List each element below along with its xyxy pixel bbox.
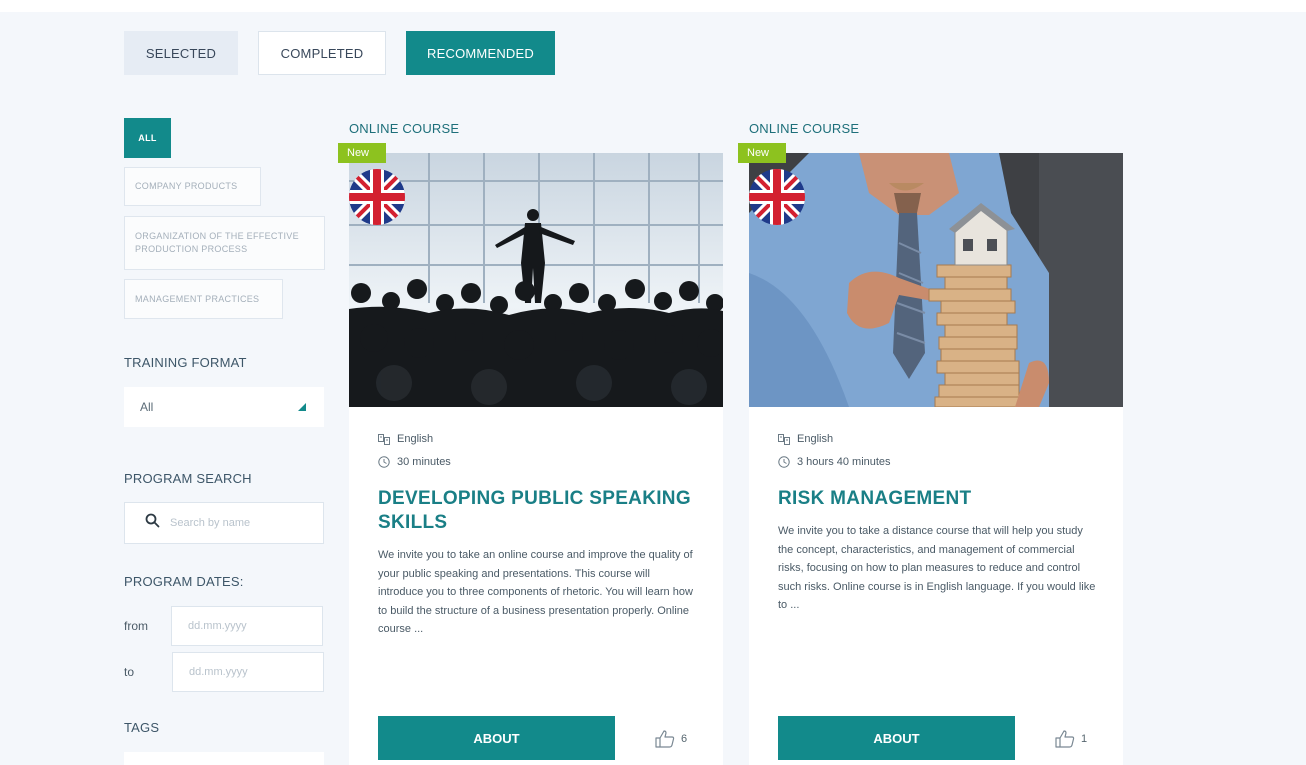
course-image-risk[interactable] <box>749 153 1123 407</box>
duration-text: 30 minutes <box>397 456 451 468</box>
clock-icon <box>378 456 390 468</box>
course-title[interactable]: DEVELOPING PUBLIC SPEAKING SKILLS <box>378 487 698 535</box>
tags-label: TAGS <box>124 720 160 735</box>
tab-selected[interactable]: SELECTED <box>124 31 238 75</box>
training-format-value: All <box>140 400 154 414</box>
language-text: English <box>797 433 834 445</box>
course-card: English 30 minutes DEVELOPING PUBLIC SPE… <box>349 153 723 765</box>
thumbs-up-icon <box>1055 730 1075 748</box>
duration-text: 3 hours 40 minutes <box>797 456 891 468</box>
language-icon <box>378 433 390 445</box>
search-icon[interactable] <box>145 513 160 533</box>
card-type-label: ONLINE COURSE <box>349 121 460 136</box>
like-button[interactable]: 1 <box>1055 730 1087 748</box>
about-button[interactable]: ABOUT <box>378 716 615 760</box>
thumbs-up-icon <box>655 730 675 748</box>
language-icon <box>778 433 790 445</box>
course-card: English 3 hours 40 minutes RISK MANAGEME… <box>749 153 1123 765</box>
training-format-label: TRAINING FORMAT <box>124 355 247 370</box>
course-image-speaker[interactable] <box>349 153 723 407</box>
course-description: We invite you to take an online course a… <box>378 549 693 635</box>
like-count: 1 <box>1081 733 1088 745</box>
new-badge: New <box>338 143 386 163</box>
card-type-label: ONLINE COURSE <box>749 121 860 136</box>
uk-flag-icon <box>749 165 805 229</box>
course-title[interactable]: RISK MANAGEMENT <box>778 487 1098 511</box>
program-search-label: PROGRAM SEARCH <box>124 471 252 486</box>
program-dates-label: PROGRAM DATES: <box>124 574 244 589</box>
tab-bar: SELECTED COMPLETED RECOMMENDED <box>124 31 555 75</box>
training-format-select[interactable]: All <box>124 387 324 427</box>
course-duration: 3 hours 40 minutes <box>778 456 891 468</box>
search-input[interactable] <box>170 517 310 529</box>
date-from-input[interactable] <box>171 606 323 646</box>
uk-flag-icon <box>349 165 405 229</box>
dropdown-arrow-icon <box>298 403 306 411</box>
clock-icon <box>778 456 790 468</box>
course-language: English <box>778 433 833 445</box>
date-to-label: to <box>124 665 135 679</box>
course-description: We invite you to take a distance course … <box>778 525 1096 611</box>
about-button[interactable]: ABOUT <box>778 716 1015 760</box>
category-production-process[interactable]: ORGANIZATION OF THE EFFECTIVE PRODUCTION… <box>124 216 325 270</box>
date-from-label: from <box>124 619 148 633</box>
course-language: English <box>378 433 433 445</box>
tab-completed[interactable]: COMPLETED <box>258 31 386 75</box>
category-management-practices[interactable]: MANAGEMENT PRACTICES <box>124 279 283 319</box>
new-badge: New <box>738 143 786 163</box>
date-to-input[interactable] <box>172 652 324 692</box>
tags-select[interactable] <box>124 752 324 765</box>
language-text: English <box>397 433 434 445</box>
tab-recommended[interactable]: RECOMMENDED <box>406 31 555 75</box>
search-box <box>124 502 324 544</box>
course-duration: 30 minutes <box>378 456 451 468</box>
category-all[interactable]: ALL <box>124 118 171 158</box>
category-company-products[interactable]: COMPANY PRODUCTS <box>124 167 261 206</box>
top-strip <box>0 0 1306 12</box>
like-count: 6 <box>681 733 688 745</box>
like-button[interactable]: 6 <box>655 730 687 748</box>
